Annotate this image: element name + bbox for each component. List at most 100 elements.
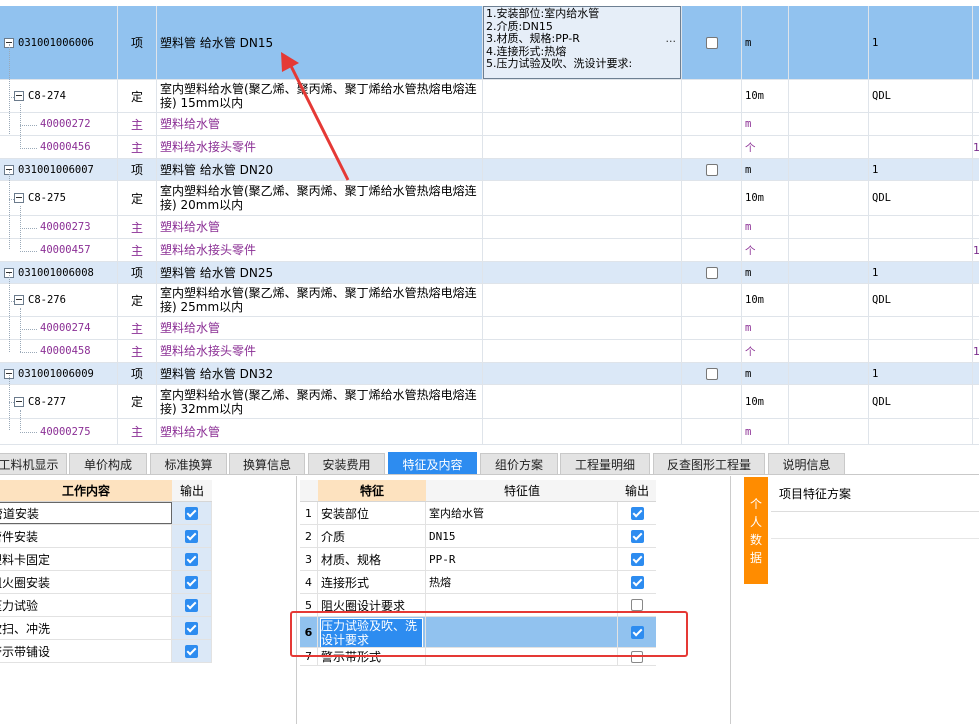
material-row[interactable]: 40000275 主塑料给水管 m bbox=[0, 419, 979, 445]
type-cell[interactable]: 主 bbox=[118, 340, 157, 362]
code-cell[interactable]: 40000272 bbox=[0, 113, 118, 135]
feature-cell[interactable] bbox=[483, 419, 682, 444]
work-content-row[interactable]: 管道安装 bbox=[0, 502, 212, 525]
name-cell[interactable]: 塑料给水管 bbox=[157, 419, 483, 444]
check-cell[interactable] bbox=[682, 6, 742, 79]
name-cell[interactable]: 塑料管 给水管 DN32 bbox=[157, 363, 483, 384]
type-cell[interactable]: 主 bbox=[118, 239, 157, 261]
feature-edit-text[interactable]: 压力试验及吹、洗设计要求 bbox=[320, 618, 423, 647]
code-cell[interactable]: C8-275 bbox=[0, 181, 118, 215]
type-cell[interactable]: 主 bbox=[118, 136, 157, 158]
name-cell[interactable]: 塑料给水接头零件 bbox=[157, 136, 483, 158]
row-checkbox[interactable] bbox=[705, 163, 718, 176]
bill-item-row[interactable]: 031001006009 项塑料管 给水管 DN32 m 1 bbox=[0, 363, 979, 385]
name-cell[interactable]: 塑料给水管 bbox=[157, 317, 483, 339]
work-content-cell[interactable]: 塑料卡固定 bbox=[0, 548, 172, 570]
code-cell[interactable]: 031001006009 bbox=[0, 363, 118, 384]
material-row[interactable]: 40000272 主塑料给水管 m bbox=[0, 113, 979, 136]
feature-value-cell[interactable]: 室内给水管 bbox=[426, 502, 618, 524]
type-cell[interactable]: 主 bbox=[118, 113, 157, 135]
feature-cell[interactable] bbox=[483, 80, 682, 112]
output-cell[interactable] bbox=[618, 502, 656, 524]
feature-value-cell[interactable] bbox=[426, 648, 618, 665]
feature-name-cell[interactable]: 材质、规格 bbox=[318, 548, 426, 570]
work-content-cell[interactable]: 吹扫、冲洗 bbox=[0, 617, 172, 639]
tab-10[interactable]: 说明信息 bbox=[768, 453, 845, 475]
feature-row[interactable]: 5 阻火圈设计要求 bbox=[300, 594, 656, 617]
work-content-cell[interactable]: 管件安装 bbox=[0, 525, 172, 547]
check-cell[interactable] bbox=[682, 317, 742, 339]
name-cell[interactable]: 塑料给水接头零件 bbox=[157, 239, 483, 261]
type-cell[interactable]: 项 bbox=[118, 363, 157, 384]
personal-data-tab[interactable]: 个 人 数 据 bbox=[744, 477, 768, 584]
output-cell[interactable] bbox=[618, 648, 656, 665]
quantity-cell[interactable]: 1 bbox=[869, 363, 973, 384]
more-icon[interactable]: ··· bbox=[666, 35, 677, 49]
tab-1[interactable]: 工料机显示 bbox=[0, 453, 67, 475]
feature-cell[interactable] bbox=[483, 216, 682, 238]
feature-row[interactable]: 6 压力试验及吹、洗设计要求 bbox=[300, 617, 656, 648]
feature-cell[interactable] bbox=[483, 340, 682, 362]
code-cell[interactable]: 40000275 bbox=[0, 419, 118, 444]
output-cell[interactable] bbox=[172, 548, 212, 570]
quantity-cell[interactable] bbox=[869, 113, 973, 135]
output-cell[interactable] bbox=[172, 594, 212, 616]
name-cell[interactable]: 塑料管 给水管 DN20 bbox=[157, 159, 483, 180]
unit-cell[interactable]: 10m bbox=[742, 80, 789, 112]
work-content-row[interactable]: 管件安装 bbox=[0, 525, 212, 548]
feature-name-cell[interactable]: 安装部位 bbox=[318, 502, 426, 524]
output-checkbox-checked[interactable] bbox=[185, 575, 198, 589]
tab-2[interactable]: 单价构成 bbox=[69, 453, 147, 475]
code-cell[interactable]: 031001006008 bbox=[0, 262, 118, 283]
feature-row[interactable]: 3 材质、规格 PP-R bbox=[300, 548, 656, 571]
material-row[interactable]: 40000456 主塑料给水接头零件 个 1 bbox=[0, 136, 979, 159]
row-checkbox[interactable] bbox=[705, 36, 718, 49]
bill-item-row[interactable]: 031001006007 项塑料管 给水管 DN20 m 1 bbox=[0, 159, 979, 181]
output-checkbox-checked[interactable] bbox=[630, 506, 644, 520]
unit-cell[interactable]: m bbox=[742, 6, 789, 79]
name-cell[interactable]: 塑料管 给水管 DN15 bbox=[157, 6, 483, 79]
unit-cell[interactable]: 个 bbox=[742, 239, 789, 261]
check-cell[interactable] bbox=[682, 262, 742, 283]
type-cell[interactable]: 项 bbox=[118, 262, 157, 283]
code-cell[interactable]: 40000458 bbox=[0, 340, 118, 362]
quantity-cell[interactable] bbox=[869, 419, 973, 444]
check-cell[interactable] bbox=[682, 113, 742, 135]
output-checkbox-checked[interactable] bbox=[185, 598, 198, 612]
feature-edit-cell[interactable]: 压力试验及吹、洗设计要求 bbox=[318, 617, 426, 647]
type-cell[interactable]: 主 bbox=[118, 419, 157, 444]
output-checkbox-checked[interactable] bbox=[185, 529, 198, 543]
work-content-cell[interactable]: 管道安装 bbox=[0, 502, 172, 524]
feature-cell[interactable] bbox=[483, 262, 682, 283]
tab-5[interactable]: 安装费用 bbox=[308, 453, 385, 475]
output-checkbox-checked[interactable] bbox=[630, 575, 644, 589]
material-row[interactable]: 40000274 主塑料给水管 m bbox=[0, 317, 979, 340]
output-checkbox[interactable] bbox=[631, 650, 643, 663]
feature-value-cell[interactable] bbox=[426, 594, 618, 616]
check-cell[interactable] bbox=[682, 136, 742, 158]
name-cell[interactable]: 室内塑料给水管(聚乙烯、聚丙烯、聚丁烯给水管热熔电熔连接) 20mm以内 bbox=[157, 181, 483, 215]
feature-cell[interactable] bbox=[483, 284, 682, 316]
output-cell[interactable] bbox=[618, 571, 656, 593]
type-cell[interactable]: 项 bbox=[118, 159, 157, 180]
output-checkbox-checked[interactable] bbox=[185, 644, 198, 658]
tab-9[interactable]: 反查图形工程量 bbox=[653, 453, 765, 475]
tab-6[interactable]: 特征及内容 bbox=[388, 452, 477, 475]
quantity-cell[interactable]: 1 bbox=[869, 262, 973, 283]
feature-value-cell[interactable]: PP-R bbox=[426, 548, 618, 570]
unit-cell[interactable]: 个 bbox=[742, 340, 789, 362]
output-checkbox-checked[interactable] bbox=[630, 529, 644, 543]
work-content-row[interactable]: 警示带铺设 bbox=[0, 640, 212, 663]
feature-row[interactable]: 4 连接形式 热熔 bbox=[300, 571, 656, 594]
feature-name-cell[interactable]: 阻火圈设计要求 bbox=[318, 594, 426, 616]
output-cell[interactable] bbox=[172, 640, 212, 662]
material-row[interactable]: 40000458 主塑料给水接头零件 个 1 bbox=[0, 340, 979, 363]
check-cell[interactable] bbox=[682, 181, 742, 215]
type-cell[interactable]: 定 bbox=[118, 80, 157, 112]
output-cell[interactable] bbox=[618, 525, 656, 547]
material-row[interactable]: 40000273 主塑料给水管 m bbox=[0, 216, 979, 239]
unit-cell[interactable]: 10m bbox=[742, 181, 789, 215]
name-cell[interactable]: 塑料给水接头零件 bbox=[157, 340, 483, 362]
feature-value-cell[interactable]: DN15 bbox=[426, 525, 618, 547]
code-cell[interactable]: 40000456 bbox=[0, 136, 118, 158]
